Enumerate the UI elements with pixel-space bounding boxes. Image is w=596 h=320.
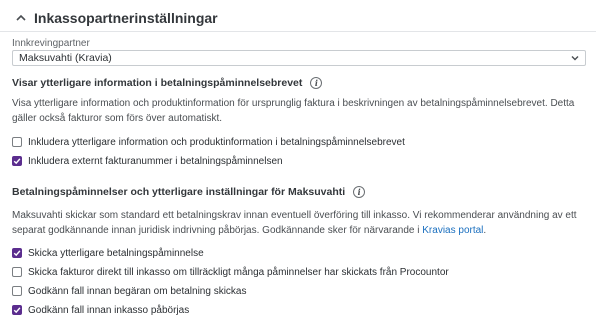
option-label: Skicka fakturor direkt till inkasso om t… (28, 266, 449, 278)
option-label: Skicka ytterligare betalningspåminnelse (28, 247, 204, 259)
option-send-extra-reminder[interactable]: Skicka ytterligare betalningspåminnelse (12, 246, 204, 260)
chevron-up-icon[interactable] (12, 9, 30, 27)
check-icon (13, 250, 21, 257)
check-icon (13, 307, 21, 314)
section-reminders-title: Betalningspåminnelser och ytterligare in… (12, 186, 366, 198)
info-icon[interactable]: i (310, 77, 323, 89)
check-icon (13, 158, 21, 165)
kravia-portal-link[interactable]: Kravias portal (422, 225, 483, 236)
panel-header[interactable]: Inkassopartnerinställningar (12, 8, 218, 28)
option-label: Godkänn fall innan inkasso påbörjas (28, 304, 190, 316)
partner-field-label: Innkrevingpartner (12, 38, 90, 49)
chevron-down-icon (570, 53, 580, 63)
option-label: Godkänn fall innan begäran om betalning … (28, 285, 247, 297)
section-extra-info-description: Visa ytterligare information och produkt… (12, 98, 575, 124)
panel-title: Inkassopartnerinställningar (34, 10, 218, 26)
collection-partner-settings-panel: Inkassopartnerinställningar Innkrevingpa… (0, 0, 596, 320)
info-icon[interactable]: i (353, 186, 366, 198)
checkbox[interactable] (12, 267, 22, 277)
option-include-external-invoice-number[interactable]: Inkludera externt fakturanummer i betaln… (12, 154, 283, 168)
description-text: Maksuvahti skickar som standard ett beta… (12, 210, 577, 236)
section-reminders-title-text: Betalningspåminnelser och ytterligare in… (12, 186, 346, 198)
section-extra-info-title: Visar ytterligare information i betalnin… (12, 77, 323, 89)
section-extra-info-title-text: Visar ytterligare information i betalnin… (12, 77, 303, 89)
option-approve-before-payment-request[interactable]: Godkänn fall innan begäran om betalning … (12, 284, 246, 298)
option-send-direct-to-collection[interactable]: Skicka fakturor direkt till inkasso om t… (12, 265, 449, 279)
checkbox[interactable] (12, 286, 22, 296)
header-divider (0, 31, 596, 32)
section-reminders-description: Maksuvahti skickar som standard ett beta… (12, 210, 577, 236)
checkbox[interactable] (12, 137, 22, 147)
checkbox[interactable] (12, 305, 22, 315)
partner-select[interactable]: Maksuvahti (Kravia) (12, 50, 586, 66)
option-label: Inkludera externt fakturanummer i betaln… (28, 155, 283, 167)
option-include-extra-info[interactable]: Inkludera ytterligare information och pr… (12, 135, 405, 149)
option-approve-before-collection[interactable]: Godkänn fall innan inkasso påbörjas (12, 303, 189, 317)
partner-select-value: Maksuvahti (Kravia) (19, 52, 112, 64)
option-label: Inkludera ytterligare information och pr… (28, 136, 405, 148)
checkbox[interactable] (12, 248, 22, 258)
checkbox[interactable] (12, 156, 22, 166)
